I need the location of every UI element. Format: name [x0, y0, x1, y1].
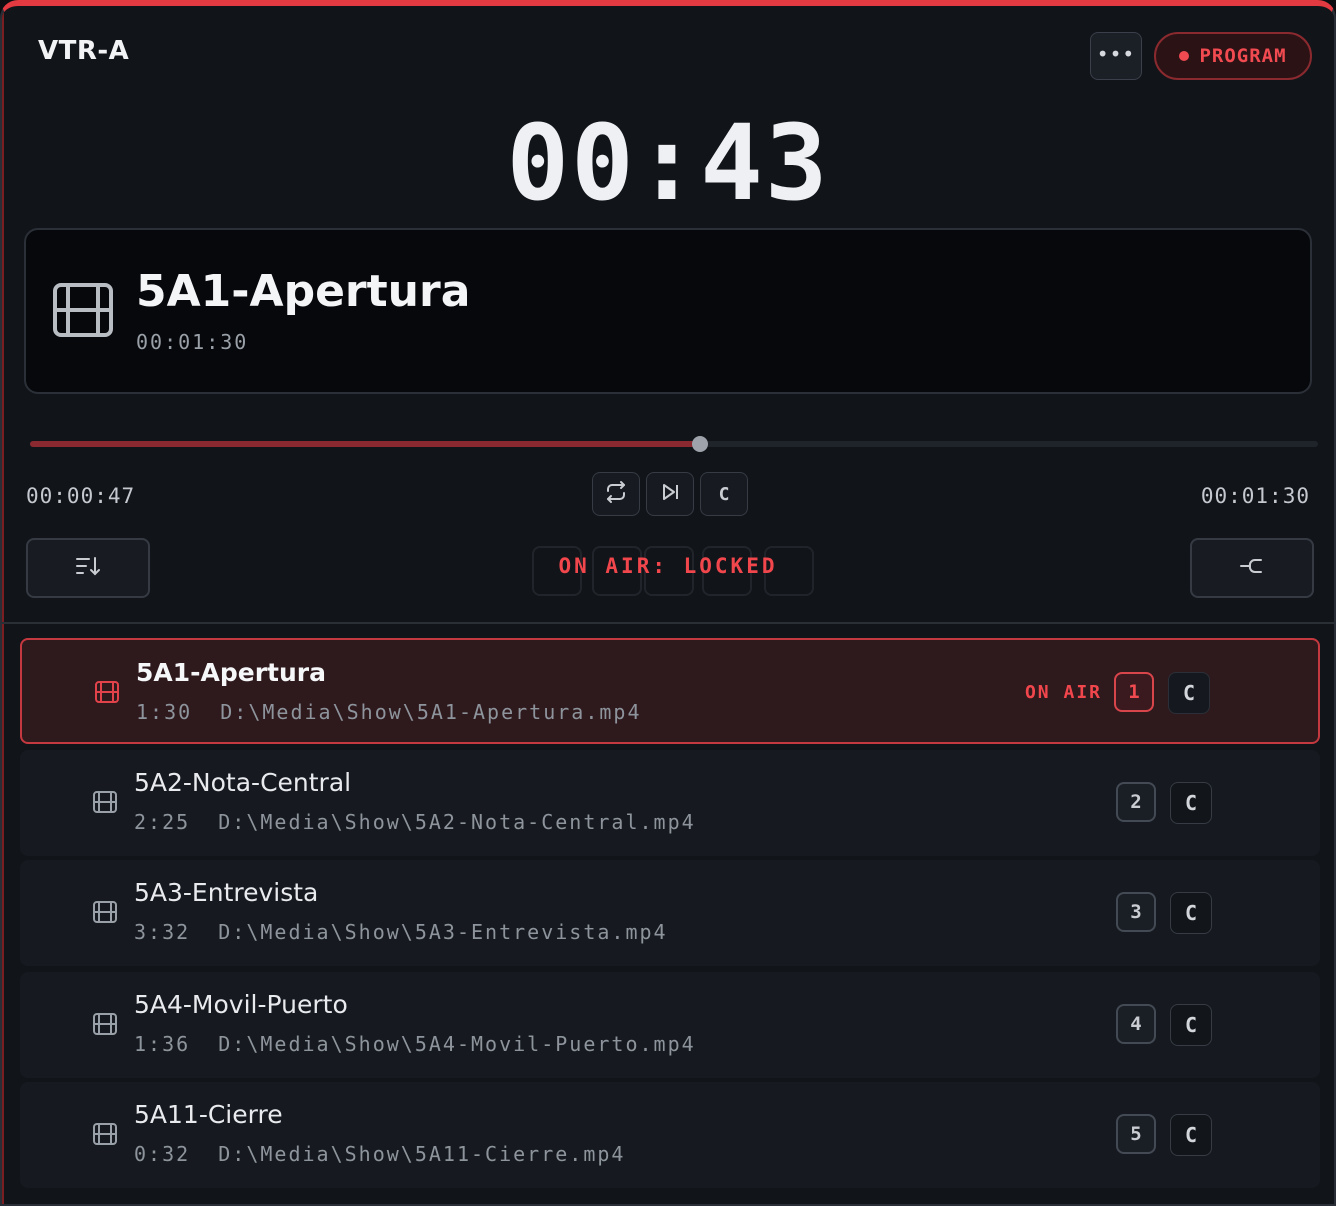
program-button[interactable]: PROGRAM	[1154, 32, 1312, 80]
clip-name: 5A2-Nota-Central	[134, 768, 352, 797]
on-air-locked-status: ON AIR: LOCKED	[558, 554, 778, 578]
cue-clip-button[interactable]: C	[1170, 1114, 1212, 1156]
clip-path: D:\Media\Show\5A2-Nota-Central.mp4	[218, 810, 696, 834]
cue-clip-button[interactable]: C	[1168, 672, 1210, 714]
clip-path: D:\Media\Show\5A4-Movil-Puerto.mp4	[218, 1032, 696, 1056]
program-label: PROGRAM	[1199, 45, 1287, 67]
current-clip-duration: 00:01:30	[136, 330, 249, 354]
playlist-row[interactable]: 5A2-Nota-Central 2:25 D:\Media\Show\5A2-N…	[20, 750, 1320, 856]
clip-number-badge[interactable]: 5	[1116, 1114, 1156, 1154]
clip-number-badge[interactable]: 3	[1116, 892, 1156, 932]
clip-meta: 1:36 D:\Media\Show\5A4-Movil-Puerto.mp4	[134, 1032, 696, 1056]
film-icon	[92, 1012, 118, 1040]
cue-clip-button[interactable]: C	[1170, 782, 1212, 824]
skip-next-icon	[658, 480, 682, 509]
clip-duration: 1:30	[136, 700, 193, 724]
clip-number-badge[interactable]: 4	[1116, 1004, 1156, 1044]
clip-name: 5A4-Movil-Puerto	[134, 990, 348, 1019]
clip-duration: 2:25	[134, 810, 191, 834]
record-dot-icon	[1179, 51, 1190, 61]
current-clip-name: 5A1-Apertura	[136, 266, 471, 317]
playlist-row[interactable]: 5A4-Movil-Puerto 1:36 D:\Media\Show\5A4-M…	[20, 972, 1320, 1078]
clip-meta: 3:32 D:\Media\Show\5A3-Entrevista.mp4	[134, 920, 668, 944]
progress-track[interactable]	[30, 436, 1318, 452]
clip-path: D:\Media\Show\5A11-Cierre.mp4	[218, 1142, 626, 1166]
film-icon	[92, 1122, 118, 1150]
playlist-row[interactable]: 5A1-Apertura 1:30 D:\Media\Show\5A1-Apert…	[20, 638, 1320, 744]
clip-path: D:\Media\Show\5A1-Apertura.mp4	[220, 700, 642, 724]
clip-duration: 3:32	[134, 920, 191, 944]
progress-fill	[30, 441, 700, 447]
clip-name: 5A3-Entrevista	[134, 878, 319, 907]
film-icon	[52, 282, 114, 342]
clip-duration: 0:32	[134, 1142, 191, 1166]
elapsed-time: 00:00:47	[26, 484, 136, 508]
cue-button[interactable]: C	[700, 472, 748, 516]
clip-path: D:\Media\Show\5A3-Entrevista.mp4	[218, 920, 668, 944]
clip-name: 5A11-Cierre	[134, 1100, 283, 1129]
more-button[interactable]: •••	[1090, 32, 1142, 80]
clip-meta: 2:25 D:\Media\Show\5A2-Nota-Central.mp4	[134, 810, 696, 834]
clip-meta: 1:30 D:\Media\Show\5A1-Apertura.mp4	[136, 700, 642, 724]
clip-name: 5A1-Apertura	[136, 658, 326, 687]
clip-number-badge[interactable]: 1	[1114, 672, 1154, 712]
merge-button[interactable]	[1190, 538, 1314, 598]
channel-title: VTR-A	[38, 36, 130, 66]
cue-clip-button[interactable]: C	[1170, 892, 1212, 934]
loop-icon	[604, 480, 628, 509]
cue-clip-button[interactable]: C	[1170, 1004, 1212, 1046]
film-icon	[92, 900, 118, 928]
merge-icon	[1239, 556, 1265, 580]
skip-next-button[interactable]	[646, 472, 694, 516]
clip-duration: 1:36	[134, 1032, 191, 1056]
section-divider	[2, 622, 1334, 624]
playlist-row[interactable]: 5A3-Entrevista 3:32 D:\Media\Show\5A3-Ent…	[20, 860, 1320, 966]
clip-meta: 0:32 D:\Media\Show\5A11-Cierre.mp4	[134, 1142, 625, 1166]
loop-button[interactable]	[592, 472, 640, 516]
on-air-badge: ON AIR	[1024, 682, 1102, 703]
clip-number-badge[interactable]: 2	[1116, 782, 1156, 822]
progress-handle[interactable]	[692, 436, 708, 452]
current-clip-card: 5A1-Apertura 00:01:30	[24, 228, 1312, 394]
more-horizontal-icon: •••	[1096, 42, 1136, 66]
film-icon	[92, 790, 118, 818]
total-time: 00:01:30	[1200, 484, 1310, 508]
countdown-clock: 00:43	[506, 102, 830, 224]
playlist-row[interactable]: 5A11-Cierre 0:32 D:\Media\Show\5A11-Cierr…	[20, 1082, 1320, 1188]
vtr-panel: VTR-A ••• PROGRAM 00:43 5A1-Apertura 00:…	[0, 0, 1336, 1206]
film-icon	[94, 680, 120, 708]
